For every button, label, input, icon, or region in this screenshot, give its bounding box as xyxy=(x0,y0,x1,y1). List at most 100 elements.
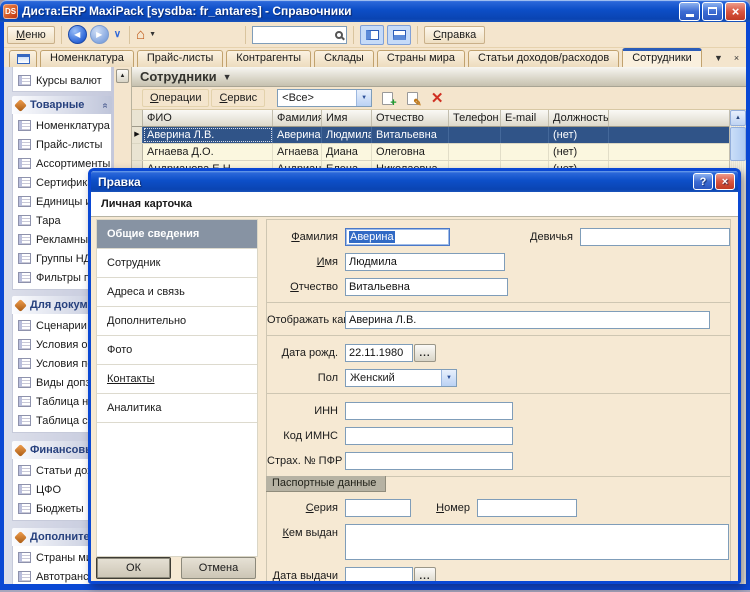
tab-strany-mira[interactable]: Страны мира xyxy=(377,50,465,67)
cell[interactable] xyxy=(449,144,501,160)
nav-item-kontakty[interactable]: Контакты xyxy=(97,365,257,394)
dialog-help-button[interactable]: ? xyxy=(693,173,713,190)
window-title: Диста:ERP MaxiPack [sysdba: fr_antares] … xyxy=(22,4,677,18)
column-header-familia[interactable]: Фамилия xyxy=(273,110,322,126)
cell[interactable]: Диана xyxy=(322,144,372,160)
sidebar-item-kursy-valyut[interactable]: Курсы валют xyxy=(13,71,111,90)
cell[interactable]: (нет) xyxy=(549,127,609,143)
first-name-field[interactable] xyxy=(345,253,505,271)
cell[interactable] xyxy=(501,144,549,160)
cell[interactable]: Аверина xyxy=(273,127,322,143)
scroll-up-icon[interactable]: ▲ xyxy=(730,110,746,126)
sidebar-item[interactable]: Номенклатура xyxy=(13,116,111,135)
column-header-dolzhnost[interactable]: Должность xyxy=(549,110,609,126)
close-button[interactable]: × xyxy=(725,2,746,21)
menu-button[interactable]: Меню xyxy=(7,26,55,44)
operations-menu[interactable]: Операции xyxy=(142,89,209,107)
table-row[interactable]: Агнаева Д.О. Агнаева Диана Олеговна (нет… xyxy=(132,144,729,161)
nav-item-foto[interactable]: Фото xyxy=(97,336,257,365)
cell[interactable] xyxy=(449,127,501,143)
display-as-field[interactable] xyxy=(345,311,710,329)
tab-stati-dohodov[interactable]: Статьи доходов/расходов xyxy=(468,50,619,67)
column-header-telefon[interactable]: Телефон xyxy=(449,110,501,126)
filter-combobox[interactable]: <Все> ▼ xyxy=(277,89,372,107)
cell[interactable] xyxy=(501,127,549,143)
sidebar-group-tovarnye[interactable]: Товарные « xyxy=(12,96,112,114)
search-icon[interactable] xyxy=(335,31,343,39)
tab-list-dropdown-icon[interactable]: ▼ xyxy=(711,50,726,65)
back-button[interactable]: ◀ xyxy=(68,25,87,44)
birth-date-picker-button[interactable]: ... xyxy=(414,344,436,362)
search-input[interactable] xyxy=(256,29,330,41)
list-icon xyxy=(18,120,31,131)
home-dropdown-icon[interactable]: ▼ xyxy=(149,31,156,38)
dialog-titlebar: Правка ? × xyxy=(91,171,738,192)
table-row[interactable]: ▶ Аверина Л.В. Аверина Людмила Витальевн… xyxy=(132,127,729,144)
tab-sklady[interactable]: Склады xyxy=(314,50,374,67)
nav-item-sotrudnik[interactable]: Сотрудник xyxy=(97,249,257,278)
nav-item-obshchie-svedeniya[interactable]: Общие сведения xyxy=(97,220,257,249)
pfr-field[interactable] xyxy=(345,452,513,470)
cell[interactable]: (нет) xyxy=(549,144,609,160)
cell[interactable]: Агнаева xyxy=(273,144,322,160)
tab-home[interactable] xyxy=(9,50,37,67)
tab-close-icon[interactable]: × xyxy=(729,50,744,65)
list-icon xyxy=(18,158,31,169)
issued-by-field[interactable] xyxy=(345,524,729,560)
cell-fio[interactable]: Агнаева Д.О. xyxy=(143,144,273,160)
column-header-otchestvo[interactable]: Отчество xyxy=(372,110,449,126)
gender-value: Женский xyxy=(350,372,395,384)
column-header-email[interactable]: E-mail xyxy=(501,110,549,126)
collapse-icon[interactable]: « xyxy=(100,102,111,108)
tab-nomenklatura[interactable]: Номенклатура xyxy=(40,50,134,67)
scroll-thumb[interactable] xyxy=(730,127,746,161)
cell-fio[interactable]: Аверина Л.В. xyxy=(143,127,273,143)
help-button[interactable]: Справка xyxy=(424,26,485,44)
delete-icon: ✕ xyxy=(431,91,444,106)
tab-price-lists[interactable]: Прайс-листы xyxy=(137,50,223,67)
cell[interactable]: Людмила xyxy=(322,127,372,143)
combo-arrow-icon[interactable]: ▼ xyxy=(356,90,371,106)
gender-combobox[interactable]: Женский ▼ xyxy=(345,369,457,387)
last-name-field[interactable]: Аверина xyxy=(345,228,450,246)
minimize-button[interactable] xyxy=(679,2,700,21)
collapse-sidebar-button[interactable]: ▲ xyxy=(116,69,129,83)
cell[interactable]: Витальевна xyxy=(372,127,449,143)
ok-button[interactable]: ОК xyxy=(96,557,171,579)
combo-arrow-icon[interactable]: ▼ xyxy=(441,370,456,386)
number-field[interactable] xyxy=(477,499,577,517)
cancel-button[interactable]: Отмена xyxy=(181,557,256,579)
series-field[interactable] xyxy=(345,499,411,517)
history-chevron-icon[interactable]: ∨ xyxy=(112,29,123,40)
sidebar-item-label: ЦФО xyxy=(36,484,61,496)
cell[interactable]: Олеговна xyxy=(372,144,449,160)
middle-name-field[interactable] xyxy=(345,278,508,296)
home-icon[interactable]: ⌂ xyxy=(136,27,145,42)
issue-date-field[interactable] xyxy=(345,567,413,584)
edit-record-button[interactable]: ✎ xyxy=(402,89,422,108)
column-header-imya[interactable]: Имя xyxy=(322,110,372,126)
delete-record-button[interactable]: ✕ xyxy=(427,89,447,108)
dialog-close-button[interactable]: × xyxy=(715,173,735,190)
inn-field[interactable] xyxy=(345,402,513,420)
search-box[interactable] xyxy=(252,26,347,44)
nav-item-adresa-i-svyaz[interactable]: Адреса и связь xyxy=(97,278,257,307)
nav-item-analitika[interactable]: Аналитика xyxy=(97,394,257,423)
maximize-button[interactable] xyxy=(702,2,723,21)
list-icon xyxy=(18,358,31,369)
tab-kontragenty[interactable]: Контрагенты xyxy=(226,50,311,67)
service-menu[interactable]: Сервис xyxy=(211,89,265,107)
layout-toggle-left-button[interactable] xyxy=(360,25,384,45)
sidebar-item[interactable]: Прайс-листы xyxy=(13,135,111,154)
issue-date-picker-button[interactable]: ... xyxy=(414,567,436,584)
layout-toggle-bottom-button[interactable] xyxy=(387,25,411,45)
forward-button[interactable]: ▶ xyxy=(90,25,109,44)
birth-date-field[interactable] xyxy=(345,344,413,362)
column-header-fio[interactable]: ФИО xyxy=(143,110,273,126)
imns-field[interactable] xyxy=(345,427,513,445)
nav-item-dopolnitelno[interactable]: Дополнительно xyxy=(97,307,257,336)
panel-dropdown-icon[interactable]: ▼ xyxy=(223,72,232,82)
tab-sotrudniki[interactable]: Сотрудники xyxy=(622,48,702,67)
maiden-name-field[interactable] xyxy=(580,228,730,246)
add-record-button[interactable]: + xyxy=(377,89,397,108)
